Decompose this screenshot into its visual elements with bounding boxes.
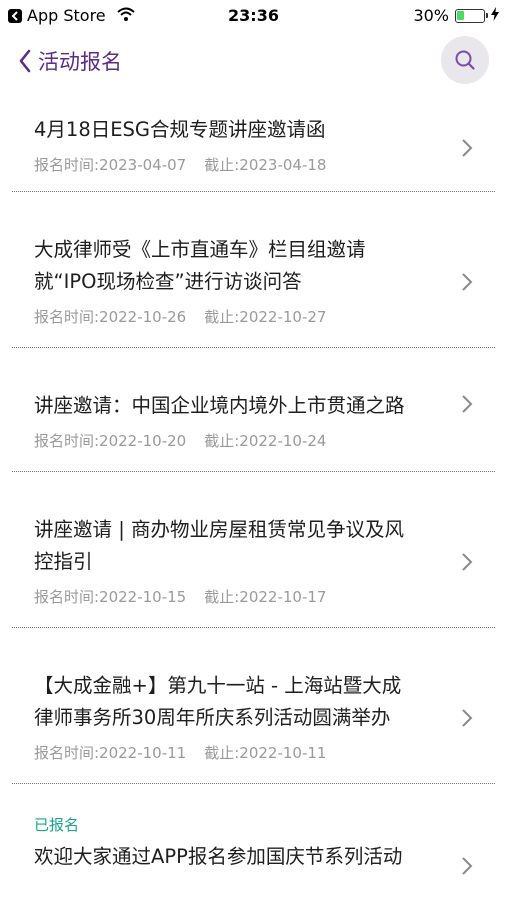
event-title: 讲座邀请 | 商办物业房屋租赁常见争议及风 控指引 [12, 472, 495, 578]
deadline: 截止:2023-04-18 [204, 156, 327, 174]
battery-icon [455, 8, 488, 23]
chevron-right-icon [462, 709, 473, 727]
deadline: 截止:2022-10-17 [204, 588, 327, 606]
event-title: 大成律师受《上市直通车》栏目组邀请 就“IPO现场检查”进行访谈问答 [12, 192, 495, 298]
chevron-right-icon [462, 395, 473, 413]
nav-bar: 活动报名 [0, 34, 507, 88]
event-title-line: 律师事务所30周年所庆系列活动圆满举办 [34, 706, 391, 729]
chevron-right-icon [462, 273, 473, 291]
event-list-item[interactable]: 4月18日ESG合规专题讲座邀请函报名时间:2023-04-07 截止:2023-… [12, 88, 495, 192]
event-title-line: 欢迎大家通过APP报名参加国庆节系列活动 [34, 845, 403, 868]
battery-percent: 30% [413, 6, 449, 25]
event-list-item[interactable]: 讲座邀请 | 商办物业房屋租赁常见争议及风 控指引报名时间:2022-10-15 截… [12, 472, 495, 628]
signup-time: 报名时间:2022-10-20 [34, 432, 187, 450]
search-icon [455, 50, 475, 70]
signup-time: 报名时间:2022-10-11 [34, 744, 187, 762]
event-title: 讲座邀请：中国企业境内境外上市贯通之路 [12, 348, 495, 422]
back-button[interactable]: 活动报名 [18, 46, 122, 76]
event-meta: 报名时间:2023-04-07 截止:2023-04-18 [12, 154, 495, 175]
event-list: 4月18日ESG合规专题讲座邀请函报名时间:2023-04-07 截止:2023-… [0, 88, 507, 914]
charging-bolt-icon [491, 6, 499, 25]
event-title-line: 讲座邀请：中国企业境内境外上市贯通之路 [34, 394, 405, 417]
battery-fill [457, 10, 464, 20]
event-title-line: 【大成金融+】第九十一站 - 上海站暨大成 [34, 674, 402, 697]
status-bar: App Store 23:36 30% [0, 0, 507, 30]
event-title: 4月18日ESG合规专题讲座邀请函 [12, 88, 495, 146]
event-title-line: 控指引 [34, 550, 93, 573]
page-title: 活动报名 [38, 50, 122, 74]
deadline: 截止:2022-10-27 [204, 308, 327, 326]
registered-status: 已报名 [34, 816, 80, 834]
event-meta: 报名时间:2022-10-26 截止:2022-10-27 [12, 306, 495, 327]
event-list-item[interactable]: 已报名欢迎大家通过APP报名参加国庆节系列活动 [12, 784, 495, 914]
signup-time: 报名时间:2022-10-15 [34, 588, 187, 606]
event-title-line: 大成律师受《上市直通车》栏目组邀请 [34, 238, 366, 261]
event-list-item[interactable]: 讲座邀请：中国企业境内境外上市贯通之路报名时间:2022-10-20 截止:202… [12, 348, 495, 472]
event-meta: 报名时间:2022-10-20 截止:2022-10-24 [12, 430, 495, 451]
search-button[interactable] [441, 36, 489, 84]
event-list-item[interactable]: 大成律师受《上市直通车》栏目组邀请 就“IPO现场检查”进行访谈问答报名时间:20… [12, 192, 495, 348]
signup-time: 报名时间:2022-10-26 [34, 308, 187, 326]
deadline: 截止:2022-10-11 [204, 744, 327, 762]
deadline: 截止:2022-10-24 [204, 432, 327, 450]
event-title-line: 讲座邀请 | 商办物业房屋租赁常见争议及风 [34, 518, 404, 541]
event-meta: 报名时间:2022-10-11 截止:2022-10-11 [12, 742, 495, 763]
event-title: 欢迎大家通过APP报名参加国庆节系列活动 [12, 835, 495, 873]
event-list-item[interactable]: 【大成金融+】第九十一站 - 上海站暨大成 律师事务所30周年所庆系列活动圆满举办… [12, 628, 495, 784]
event-title-line: 4月18日ESG合规专题讲座邀请函 [34, 118, 326, 141]
chevron-right-icon [462, 553, 473, 571]
chevron-right-icon [462, 139, 473, 157]
signup-time: 报名时间:2023-04-07 [34, 156, 187, 174]
chevron-left-icon [19, 49, 31, 73]
event-meta: 报名时间:2022-10-15 截止:2022-10-17 [12, 586, 495, 607]
event-title-line: 就“IPO现场检查”进行访谈问答 [34, 270, 302, 293]
event-title: 【大成金融+】第九十一站 - 上海站暨大成 律师事务所30周年所庆系列活动圆满举办 [12, 628, 495, 734]
chevron-right-icon [462, 857, 473, 875]
